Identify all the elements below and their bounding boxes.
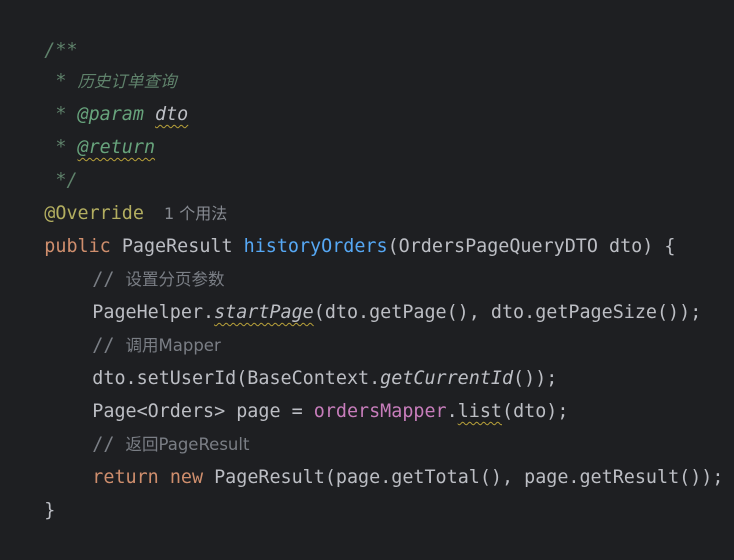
keyword-return: return [92, 467, 159, 488]
closing-brace: } [44, 500, 56, 521]
code-line-method-signature[interactable]: public PageResult historyOrders(OrdersPa… [0, 197, 675, 257]
doc-param-name-warning[interactable]: dto [155, 104, 188, 125]
return-expression[interactable]: PageResult(page.getTotal(), page.getResu… [214, 467, 723, 488]
code-line-comment-mapper[interactable]: // 调用Mapper [0, 296, 220, 356]
method-name[interactable]: historyOrders [244, 236, 388, 257]
call-arguments: (dto); [502, 401, 569, 422]
code-line-doc-close[interactable]: */ [0, 131, 77, 191]
code-line-return[interactable]: return new PageResult(page.getTotal(), p… [0, 428, 723, 488]
member-dot: . [446, 401, 458, 422]
code-line-list-call[interactable]: Page<Orders> page = ordersMapper.list(dt… [0, 362, 568, 422]
code-line-doc-open[interactable]: /** [0, 1, 77, 61]
call-arguments: (dto.getPage(), dto.getPageSize()); [313, 302, 702, 323]
code-editor[interactable]: /** * 历史订单查询 * @param dto * @return */ @… [0, 0, 734, 521]
code-line-comment-pagination[interactable]: // 设置分页参数 [0, 230, 224, 290]
keyword-new: new [169, 467, 204, 488]
mapper-method-call-warning[interactable]: list [458, 401, 502, 422]
code-line-start-page[interactable]: PageHelper.startPage(dto.getPage(), dto.… [0, 263, 701, 323]
field-reference[interactable]: ordersMapper [314, 401, 447, 422]
code-line-set-user-id[interactable]: dto.setUserId(BaseContext.getCurrentId()… [0, 329, 557, 389]
code-line-doc-description[interactable]: * 历史订单查询 [0, 32, 176, 92]
method-params: (OrdersPageQueryDTO dto) { [387, 236, 676, 257]
static-method-call-warning[interactable]: startPage [214, 302, 314, 323]
code-line-comment-return[interactable]: // 返回PageResult [0, 395, 249, 455]
code-line-annotation[interactable]: @Override 1 个用法 [0, 164, 227, 224]
code-line-doc-return[interactable]: * @return [0, 98, 155, 158]
doc-tag-return-warning[interactable]: @return [78, 137, 156, 158]
code-line-doc-param[interactable]: * @param dto [0, 65, 188, 125]
code-line-closing-brace[interactable]: } [0, 461, 55, 521]
